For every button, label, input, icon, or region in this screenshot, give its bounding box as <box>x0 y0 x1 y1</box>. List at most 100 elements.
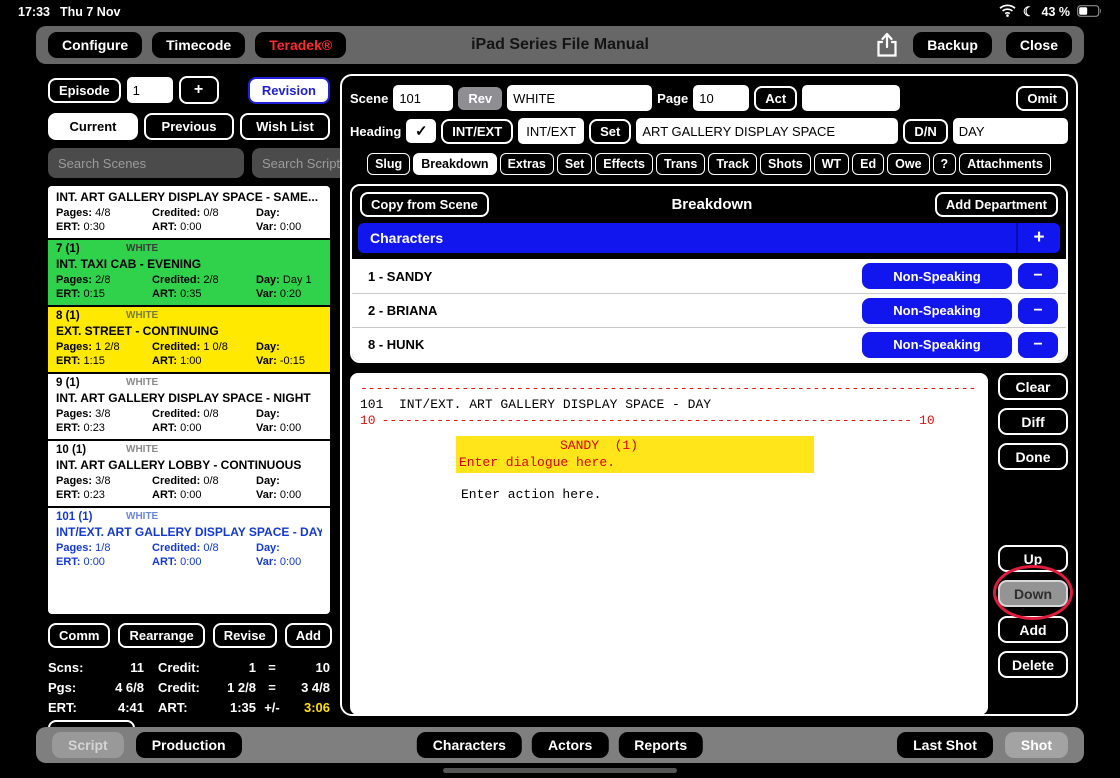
add-scene-button[interactable]: Add <box>285 623 332 648</box>
scene-list-item[interactable]: 9 (1)WHITE INT. ART GALLERY DISPLAY SPAC… <box>48 374 330 441</box>
revise-button[interactable]: Revise <box>213 623 277 648</box>
scene-list-item[interactable]: INT. ART GALLERY DISPLAY SPACE - SAME...… <box>48 186 330 240</box>
revision-button[interactable]: Revision <box>248 77 330 104</box>
last-shot-button[interactable]: Last Shot <box>897 732 993 758</box>
up-button[interactable]: Up <box>998 545 1068 572</box>
remove-character-button[interactable]: − <box>1018 263 1058 289</box>
date: Thu 7 Nov <box>60 5 120 19</box>
scene-list-item[interactable]: 10 (1)WHITE INT. ART GALLERY LOBBY - CON… <box>48 441 330 508</box>
tab-ed[interactable]: Ed <box>852 153 884 175</box>
sidebar: Episode + Revision Current Previous Wish… <box>48 76 330 743</box>
comm-button[interactable]: Comm <box>48 623 110 648</box>
remove-character-button[interactable]: − <box>1018 298 1058 324</box>
add-element-button[interactable]: Add <box>998 616 1068 643</box>
heading-checkbox[interactable]: ✓ <box>406 119 436 143</box>
tab-effects[interactable]: Effects <box>595 153 653 175</box>
down-button[interactable]: Down <box>998 580 1068 607</box>
close-button[interactable]: Close <box>1006 32 1072 58</box>
breakdown-row: 8 - HUNK Non-Speaking − <box>352 327 1066 361</box>
tab-trans[interactable]: Trans <box>656 153 705 175</box>
act-field[interactable] <box>802 85 900 111</box>
scene-number: 8 (1) <box>56 310 80 322</box>
dialogue-text: Enter dialogue here. <box>456 454 814 471</box>
characters-category-bar[interactable]: Characters + <box>358 223 1060 253</box>
bottom-toolbar: Script Production Characters Actors Repo… <box>36 727 1084 763</box>
scene-revision-color: WHITE <box>126 310 158 321</box>
tab-current[interactable]: Current <box>48 113 138 140</box>
character-name: 2 - BRIANA <box>360 303 437 318</box>
dialogue-highlight[interactable]: SANDY (1) Enter dialogue here. <box>456 436 814 473</box>
breakdown-row: 1 - SANDY Non-Speaking − <box>352 259 1066 293</box>
done-button[interactable]: Done <box>998 443 1068 470</box>
backup-button[interactable]: Backup <box>913 32 992 58</box>
delete-button[interactable]: Delete <box>998 651 1068 678</box>
copy-from-scene-button[interactable]: Copy from Scene <box>360 192 489 217</box>
dialogue-character: SANDY (1) <box>456 437 814 454</box>
configure-button[interactable]: Configure <box>48 32 142 58</box>
int-ext-button[interactable]: INT/EXT <box>441 119 513 144</box>
characters-button[interactable]: Characters <box>417 732 522 758</box>
tab-extras[interactable]: Extras <box>500 153 554 175</box>
episode-button[interactable]: Episode <box>48 78 121 103</box>
int-ext-field[interactable] <box>518 118 584 144</box>
shot-button[interactable]: Shot <box>1005 732 1068 758</box>
check-icon: ✓ <box>415 122 428 140</box>
day-night-button[interactable]: D/N <box>903 119 947 144</box>
focus-moon-icon: ☾ <box>1023 4 1035 20</box>
clock: 17:33 <box>18 5 50 19</box>
diff-button[interactable]: Diff <box>998 408 1068 435</box>
home-indicator[interactable] <box>443 768 677 773</box>
page-number-field[interactable] <box>693 85 749 111</box>
scene-revision-color: WHITE <box>126 444 158 455</box>
search-scenes-input[interactable] <box>48 148 244 178</box>
share-icon[interactable] <box>875 32 899 58</box>
timecode-button[interactable]: Timecode <box>152 32 245 58</box>
revision-color-field[interactable] <box>507 85 652 111</box>
add-character-button[interactable]: + <box>1016 223 1060 253</box>
omit-button[interactable]: Omit <box>1016 86 1068 111</box>
add-episode-button[interactable]: + <box>179 76 219 104</box>
act-button[interactable]: Act <box>754 86 797 111</box>
scene-heading: INT/EXT. ART GALLERY DISPLAY SPACE - DAY <box>56 525 322 539</box>
speaking-toggle-button[interactable]: Non-Speaking <box>862 298 1012 324</box>
wifi-icon <box>999 4 1016 20</box>
rev-button[interactable]: Rev <box>458 87 502 110</box>
reports-button[interactable]: Reports <box>618 732 703 758</box>
tab-owe[interactable]: Owe <box>887 153 929 175</box>
episode-number-field[interactable] <box>127 77 173 103</box>
scene-revision-color: WHITE <box>126 243 158 254</box>
scene-list-item-selected[interactable]: 101 (1)WHITE INT/EXT. ART GALLERY DISPLA… <box>48 508 330 573</box>
scene-heading: INT. ART GALLERY LOBBY - CONTINUOUS <box>56 458 322 472</box>
speaking-toggle-button[interactable]: Non-Speaking <box>862 332 1012 358</box>
set-button[interactable]: Set <box>589 119 631 144</box>
script-button[interactable]: Script <box>52 732 124 758</box>
tab-attachments[interactable]: Attachments <box>959 153 1051 175</box>
teradek-button[interactable]: Teradek® <box>255 32 346 58</box>
scene-heading: INT. TAXI CAB - EVENING <box>56 257 322 271</box>
scene-number-field[interactable] <box>393 85 453 111</box>
add-department-button[interactable]: Add Department <box>935 192 1058 217</box>
tab-wt[interactable]: WT <box>814 153 849 175</box>
scene-revision-color: WHITE <box>126 377 158 388</box>
scene-list-item[interactable]: 8 (1)WHITE EXT. STREET - CONTINUING Page… <box>48 307 330 374</box>
set-field[interactable] <box>636 118 898 144</box>
tab-track[interactable]: Track <box>708 153 757 175</box>
speaking-toggle-button[interactable]: Non-Speaking <box>862 263 1012 289</box>
rearrange-button[interactable]: Rearrange <box>118 623 204 648</box>
remove-character-button[interactable]: − <box>1018 332 1058 358</box>
tab-shots[interactable]: Shots <box>760 153 811 175</box>
page-number-left: 10 <box>360 413 376 429</box>
actors-button[interactable]: Actors <box>532 732 608 758</box>
script-scene-heading: 101 INT/EXT. ART GALLERY DISPLAY SPACE -… <box>360 397 978 413</box>
script-preview[interactable]: ----------------------------------------… <box>350 373 988 715</box>
tab-set[interactable]: Set <box>557 153 592 175</box>
production-button[interactable]: Production <box>136 732 242 758</box>
tab-slug[interactable]: Slug <box>367 153 410 175</box>
day-night-field[interactable] <box>953 118 1068 144</box>
tab-previous[interactable]: Previous <box>144 113 234 140</box>
tab-breakdown[interactable]: Breakdown <box>413 153 496 175</box>
scene-list-item[interactable]: 7 (1)WHITE INT. TAXI CAB - EVENING Pages… <box>48 240 330 307</box>
clear-button[interactable]: Clear <box>998 373 1068 400</box>
tab-question[interactable]: ? <box>933 153 957 175</box>
tab-wish-list[interactable]: Wish List <box>240 113 330 140</box>
